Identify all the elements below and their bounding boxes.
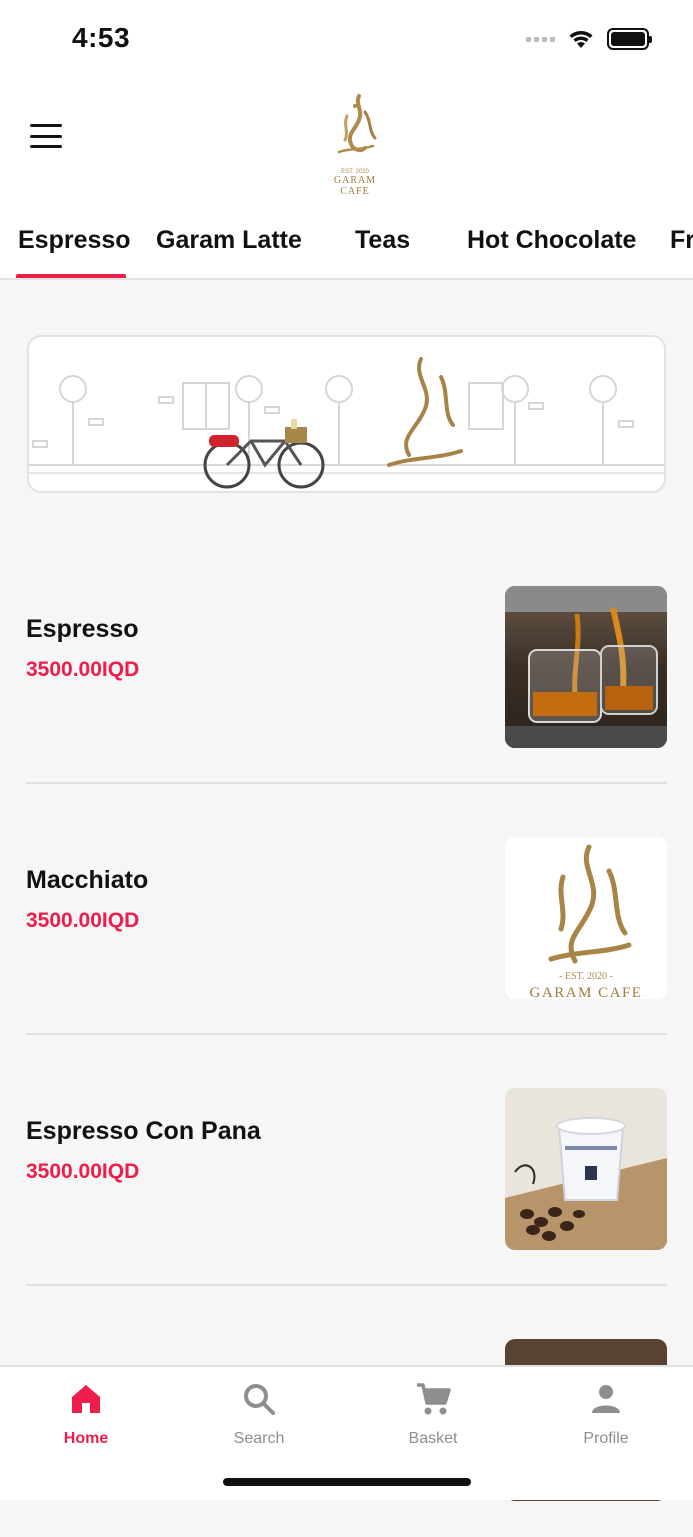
street-bicycle-illustration [29,357,664,489]
nav-label: Search [233,1430,285,1447]
hamburger-menu-icon[interactable] [30,124,62,148]
product-price: 3500.00IQD [26,1160,140,1183]
status-bar: 4:53 [0,0,693,80]
list-item[interactable]: Espresso Con Pana 3500.00IQD [26,1035,667,1286]
product-name: Macchiato [26,866,149,894]
calligraphy-logo-icon [387,357,463,467]
product-price: 3500.00IQD [26,658,140,681]
status-time: 4:53 [72,22,131,53]
product-name: Espresso Con Pana [26,1117,261,1145]
profile-icon [592,1385,620,1413]
tab-truncated[interactable]: Fr [670,226,693,255]
list-item[interactable]: Espresso 3500.00IQD [26,533,667,784]
nav-profile[interactable]: Profile [546,1379,666,1448]
tab-garam-latte[interactable]: Garam Latte [156,226,302,255]
cellular-signal-icon [526,36,555,42]
cup-and-beans-photo-icon [505,1088,667,1250]
espresso-photo-icon [505,586,667,748]
calligraphy-logo-icon [337,94,377,154]
nav-basket[interactable]: Basket [373,1379,493,1448]
app-header: EST. 2020 GARAM CAFE [0,80,693,210]
active-tab-indicator [16,274,126,278]
nav-search[interactable]: Search [199,1379,319,1448]
logo-name: GARAM CAFE [333,175,377,197]
category-tabs: Espresso Garam Latte Teas Hot Chocolate … [0,210,693,280]
tab-espresso[interactable]: Espresso [18,226,131,255]
product-image [505,586,667,748]
list-item[interactable]: Macchiato 3500.00IQD - EST. 2020 - GARAM… [26,784,667,1035]
product-name: Espresso [26,615,139,643]
nav-label: Basket [408,1430,458,1447]
cart-icon [417,1383,451,1415]
battery-icon [607,28,652,50]
product-image [505,1088,667,1250]
nav-label: Profile [583,1430,629,1447]
product-image: - EST. 2020 - GARAM CAFE [505,837,667,999]
tab-teas[interactable]: Teas [355,226,410,255]
nav-label: Home [63,1430,109,1447]
status-icons [526,28,652,50]
tab-hot-chocolate[interactable]: Hot Chocolate [467,226,636,255]
svg-text:- EST. 2020 -: - EST. 2020 - [559,971,613,982]
svg-text:GARAM CAFE: GARAM CAFE [530,985,643,999]
nav-home[interactable]: Home [26,1379,146,1448]
wifi-icon [569,31,593,48]
garam-cafe-logo-icon: - EST. 2020 - GARAM CAFE [530,844,643,999]
promo-banner[interactable] [27,335,666,493]
search-icon [244,1384,275,1415]
product-price: 3500.00IQD [26,909,140,932]
garam-cafe-logo: EST. 2020 GARAM CAFE [318,90,392,197]
home-icon [72,1385,100,1413]
home-indicator [223,1478,471,1486]
